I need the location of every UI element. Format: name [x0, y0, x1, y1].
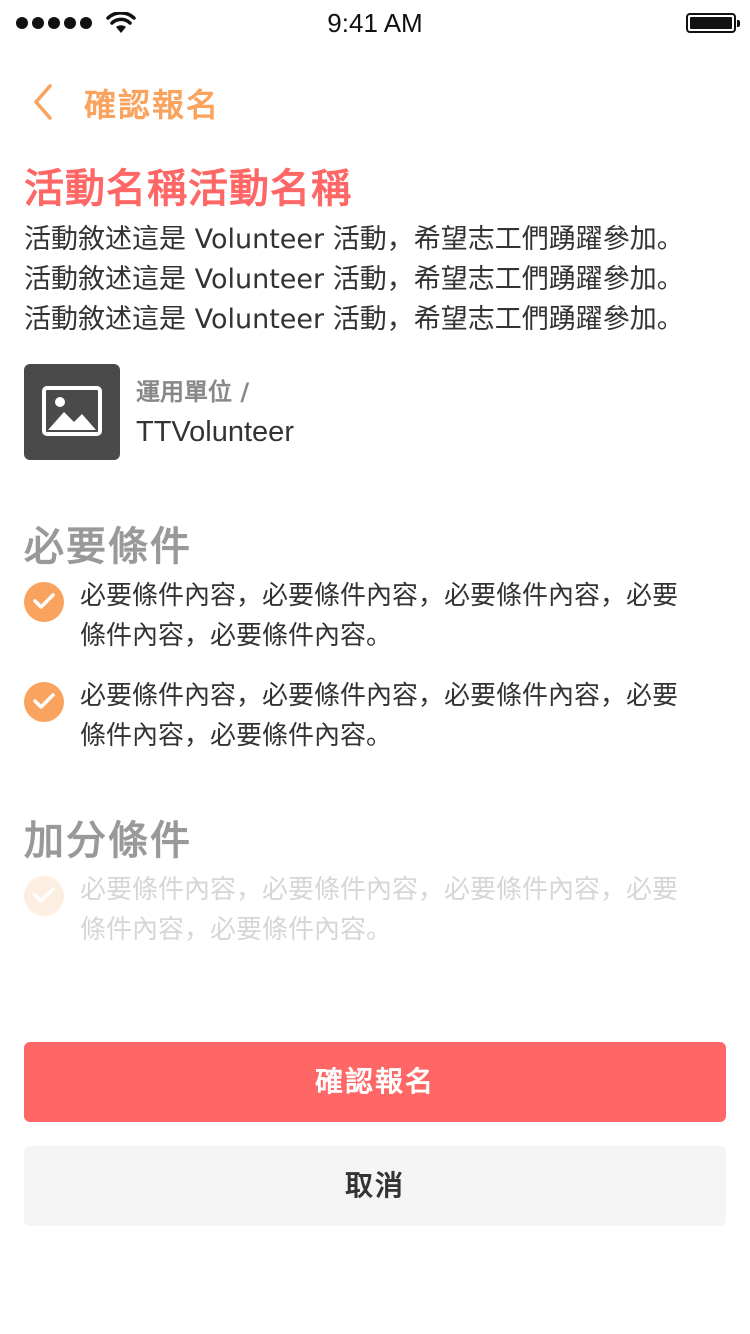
required-item-text: 必要條件內容，必要條件內容，必要條件內容，必要 條件內容，必要條件內容。 — [80, 576, 730, 656]
bonus-item-line: 必要條件內容，必要條件內容，必要條件內容，必要 — [80, 875, 679, 905]
event-title: 活動名稱活動名稱 — [24, 166, 352, 212]
organization-block: 運用單位 / TTVolunteer — [24, 364, 724, 460]
chevron-left-icon[interactable] — [28, 82, 58, 122]
required-item-line: 條件內容，必要條件內容。 — [80, 721, 393, 751]
checkmark-circle-icon — [24, 682, 64, 722]
event-description-line: 活動敘述這是 Volunteer 活動，希望志工們踴躍參加。 — [24, 264, 684, 295]
event-description: 活動敘述這是 Volunteer 活動，希望志工們踴躍參加。 活動敘述這是 Vo… — [24, 220, 724, 340]
nav-bar: 確認報名 — [0, 72, 750, 132]
event-description-line: 活動敘述這是 Volunteer 活動，希望志工們踴躍參加。 — [24, 224, 684, 255]
required-item-text: 必要條件內容，必要條件內容，必要條件內容，必要 條件內容，必要條件內容。 — [80, 676, 730, 756]
bonus-section-title: 加分條件 — [24, 818, 192, 864]
bonus-item-line: 條件內容，必要條件內容。 — [80, 915, 393, 945]
status-bar: 9:41 AM — [0, 0, 750, 48]
status-time: 9:41 AM — [327, 8, 423, 38]
confirm-signup-button[interactable]: 確認報名 — [24, 1042, 726, 1122]
event-description-line: 活動敘述這是 Volunteer 活動，希望志工們踴躍參加。 — [24, 304, 684, 335]
required-item-line: 必要條件內容，必要條件內容，必要條件內容，必要 — [80, 581, 679, 611]
checkmark-circle-icon — [24, 582, 64, 622]
organization-name: TTVolunteer — [136, 416, 294, 448]
organization-label: 運用單位 / — [136, 378, 250, 406]
bonus-item-text: 必要條件內容，必要條件內容，必要條件內容，必要 條件內容，必要條件內容。 — [80, 870, 730, 950]
required-item-line: 條件內容，必要條件內容。 — [80, 621, 393, 651]
nav-title: 確認報名 — [84, 86, 221, 124]
image-placeholder-icon — [24, 364, 120, 460]
required-section-title: 必要條件 — [24, 524, 192, 570]
required-item-line: 必要條件內容，必要條件內容，必要條件內容，必要 — [80, 681, 679, 711]
checkmark-circle-icon — [24, 876, 64, 916]
cancel-button[interactable]: 取消 — [24, 1146, 726, 1226]
battery-icon — [686, 13, 740, 33]
